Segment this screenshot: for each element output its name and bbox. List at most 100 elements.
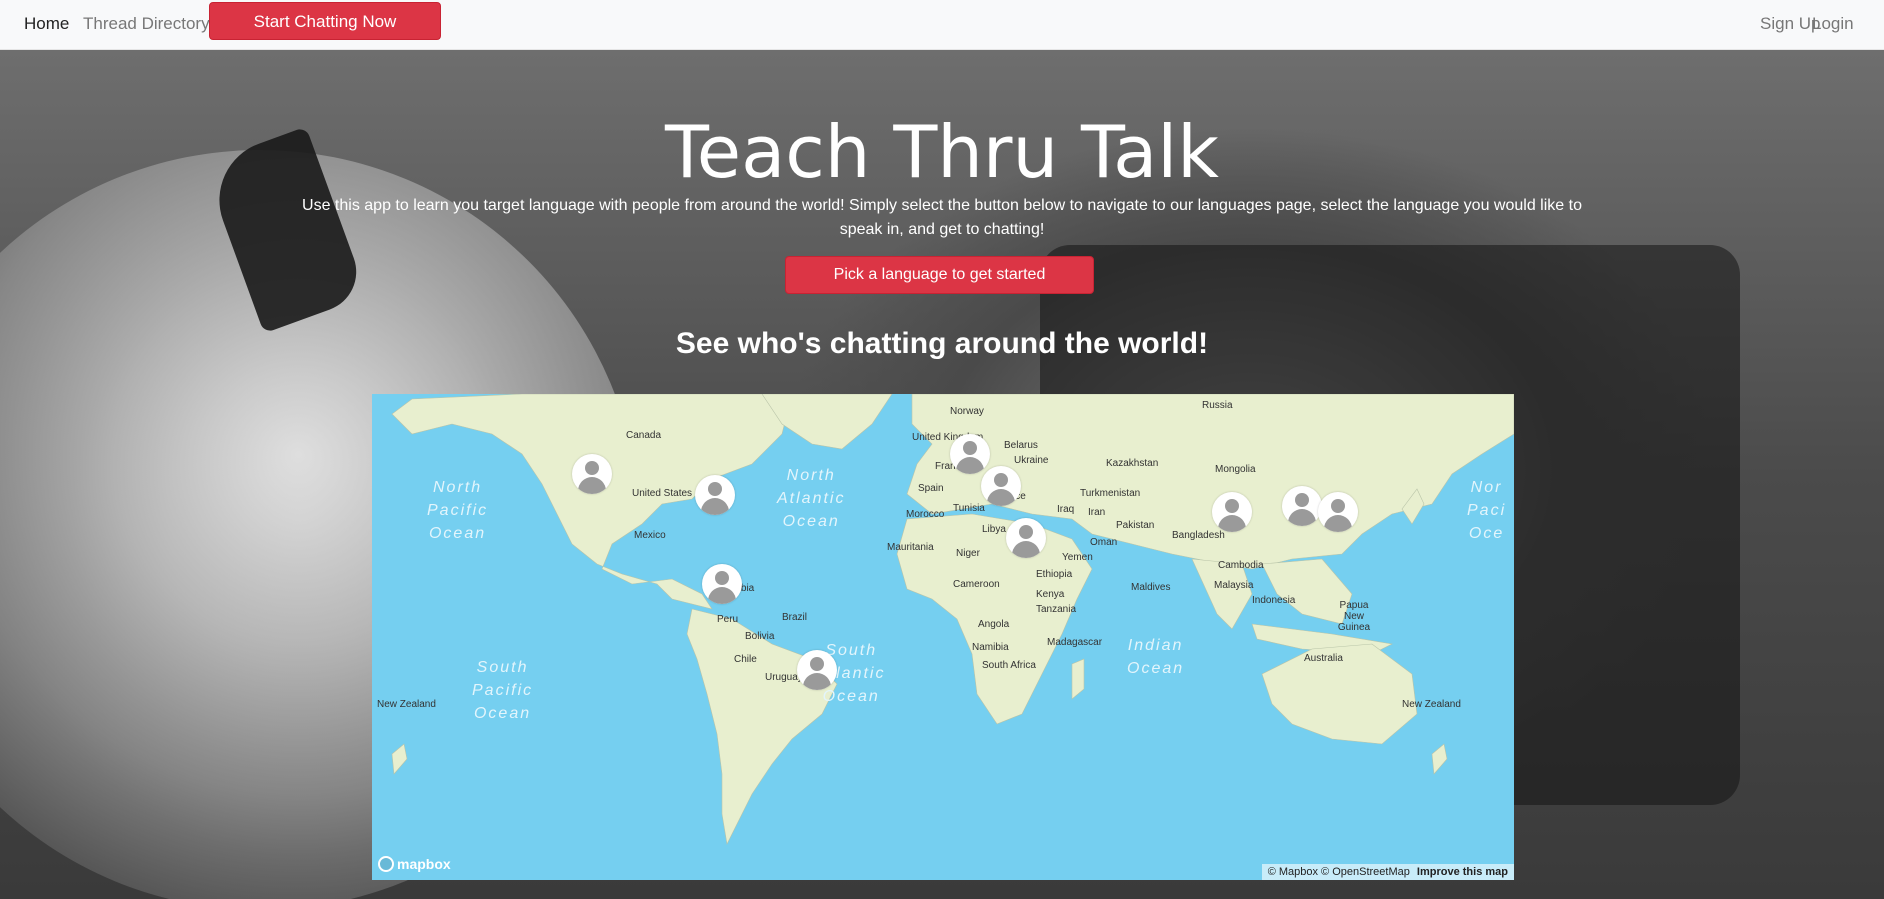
- map-label-pakistan: Pakistan: [1116, 520, 1155, 531]
- map-label-kazakhstan: Kazakhstan: [1106, 458, 1159, 469]
- map-label-mexico: Mexico: [634, 530, 666, 541]
- user-icon: [810, 657, 824, 671]
- user-marker[interactable]: [1318, 492, 1358, 532]
- map-label-madagascar: Madagascar: [1047, 637, 1103, 648]
- user-icon: [1225, 499, 1239, 513]
- north-pacific-ocean-label: North Pacific Ocean: [427, 476, 488, 545]
- nav-home-link[interactable]: Home: [24, 14, 69, 34]
- user-icon-body: [803, 673, 831, 690]
- south-pacific-ocean-label: South Pacific Ocean: [472, 656, 533, 725]
- user-icon-body: [1324, 515, 1352, 532]
- map-label-brazil: Brazil: [782, 612, 808, 623]
- user-icon-body: [708, 587, 736, 604]
- map-label-tunisia: Tunisia: [953, 503, 985, 514]
- map-label-malaysia: Malaysia: [1214, 580, 1254, 591]
- attribution-text[interactable]: © Mapbox © OpenStreetMap: [1268, 866, 1410, 878]
- map-label-maldives: Maldives: [1131, 582, 1171, 593]
- user-marker[interactable]: [981, 466, 1021, 506]
- map-label-south-africa: South Africa: [982, 660, 1036, 671]
- mapbox-logo-text: mapbox: [397, 856, 451, 872]
- user-icon-body: [1012, 541, 1040, 558]
- map-label-russia: Russia: [1202, 400, 1233, 411]
- map-section-title: See who's chatting around the world!: [675, 327, 1209, 360]
- user-marker[interactable]: [572, 454, 612, 494]
- map-label-libya: Libya: [982, 524, 1006, 535]
- map-label-indonesia: Indonesia: [1252, 595, 1296, 606]
- map-label-australia: Australia: [1304, 653, 1343, 664]
- map-label-spain: Spain: [918, 483, 944, 494]
- mapbox-logo[interactable]: mapbox: [378, 856, 451, 872]
- map-label-cameroon: Cameroon: [953, 579, 1000, 590]
- mapbox-logo-icon: [378, 856, 394, 872]
- north-pacific-east-ocean-text: Nor Paci Oce: [1467, 479, 1507, 542]
- map-label-iraq: Iraq: [1057, 504, 1075, 515]
- map-label-iran: Iran: [1088, 507, 1106, 518]
- indian-ocean-text: Indian Ocean: [1127, 637, 1185, 677]
- pick-language-button[interactable]: Pick a language to get started: [785, 256, 1094, 294]
- user-icon-body: [701, 498, 729, 515]
- map-label-mongolia: Mongolia: [1215, 464, 1256, 475]
- user-icon-body: [956, 457, 984, 474]
- user-icon: [1331, 499, 1345, 513]
- map-label-united-states: United States: [632, 488, 693, 499]
- south-america-land: [686, 608, 838, 845]
- map-label-bolivia: Bolivia: [745, 631, 775, 642]
- map-label-bangladesh: Bangladesh: [1172, 530, 1225, 541]
- map-label-yemen: Yemen: [1062, 552, 1093, 563]
- user-marker[interactable]: [950, 434, 990, 474]
- map-label-norway: Norway: [950, 406, 984, 417]
- user-marker[interactable]: [1282, 486, 1322, 526]
- user-icon-body: [578, 477, 606, 494]
- map-label-oman: Oman: [1090, 537, 1118, 548]
- user-icon: [1019, 525, 1033, 539]
- map-label-peru: Peru: [717, 614, 739, 625]
- top-navbar: Home Thread Directory Start Chatting Now…: [0, 0, 1884, 50]
- nav-thread-directory-link[interactable]: Thread Directory: [83, 14, 210, 34]
- north-atlantic-ocean-text: North Atlantic Ocean: [777, 467, 846, 530]
- new-zealand-west-land: [391, 743, 408, 775]
- map-label-niger: Niger: [956, 548, 980, 559]
- intro-text: Use this app to learn you target languag…: [302, 197, 1582, 238]
- user-marker[interactable]: [702, 564, 742, 604]
- south-pacific-ocean-text: South Pacific Ocean: [472, 659, 534, 722]
- map-label-mauritania: Mauritania: [887, 542, 934, 553]
- new-zealand-east-land: [1431, 743, 1448, 775]
- user-icon: [708, 482, 722, 496]
- map-label-new-zealand-east: New Zealand: [1402, 699, 1461, 710]
- map-attribution: © Mapbox © OpenStreetMap Improve this ma…: [1261, 864, 1514, 880]
- user-marker[interactable]: [797, 650, 837, 690]
- user-icon: [1295, 493, 1309, 507]
- improve-map-link[interactable]: Improve this map: [1417, 866, 1508, 878]
- user-marker[interactable]: [1212, 492, 1252, 532]
- user-icon: [715, 571, 729, 585]
- map-label-papua-new-guinea: Papua New Guinea: [1337, 600, 1371, 633]
- madagascar-land: [1071, 658, 1085, 700]
- map-label-tanzania: Tanzania: [1036, 604, 1077, 615]
- nav-login-link[interactable]: Login: [1812, 14, 1854, 34]
- user-icon: [994, 473, 1008, 487]
- page-title: Teach Thru Talk: [665, 110, 1219, 194]
- north-pacific-east-ocean-label: Nor Paci Oce: [1467, 476, 1506, 545]
- start-chatting-button[interactable]: Start Chatting Now: [209, 2, 441, 40]
- world-map[interactable]: North Pacific Ocean North Atlantic Ocean Sou…: [372, 394, 1514, 880]
- greenland-land: [761, 394, 893, 450]
- north-pacific-ocean-text: North Pacific Ocean: [427, 479, 489, 542]
- north-atlantic-ocean-label: North Atlantic Ocean: [777, 464, 845, 533]
- user-marker[interactable]: [695, 475, 735, 515]
- user-icon-body: [987, 489, 1015, 506]
- map-label-canada: Canada: [626, 430, 662, 441]
- map-label-cambodia: Cambodia: [1218, 560, 1264, 571]
- indian-ocean-label: Indian Ocean: [1127, 634, 1184, 680]
- map-label-chile: Chile: [734, 654, 757, 665]
- map-label-ethiopia: Ethiopia: [1036, 569, 1073, 580]
- map-label-morocco: Morocco: [906, 509, 945, 520]
- user-icon-body: [1218, 515, 1246, 532]
- user-icon: [963, 441, 977, 455]
- user-icon: [585, 461, 599, 475]
- map-label-angola: Angola: [978, 619, 1010, 630]
- map-label-turkmenistan: Turkmenistan: [1080, 488, 1141, 499]
- user-marker[interactable]: [1006, 518, 1046, 558]
- user-icon-body: [1288, 509, 1316, 526]
- map-label-kenya: Kenya: [1036, 589, 1065, 600]
- map-label-new-zealand-west: New Zealand: [377, 699, 436, 710]
